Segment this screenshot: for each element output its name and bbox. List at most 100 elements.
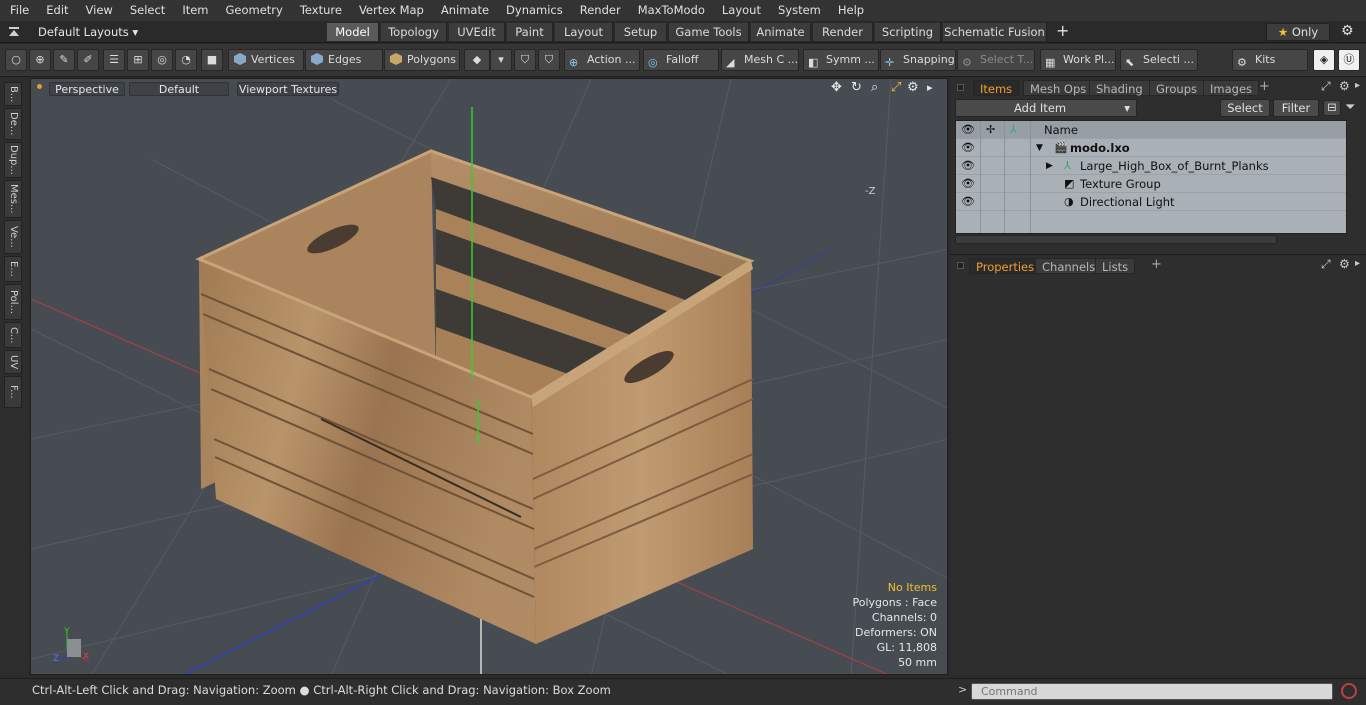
pivot-icon[interactable]: ◎ [151, 49, 173, 71]
left-tab-fusion[interactable]: F... [4, 376, 22, 408]
unreal-icon[interactable]: Ⓤ [1338, 49, 1360, 71]
left-tab-polygon[interactable]: Pol... [4, 284, 22, 320]
menu-maxtomodo[interactable]: MaxToModo [632, 0, 711, 21]
viewport-scene[interactable]: -Z Y Z X [31, 79, 948, 675]
item-list-scrollbar[interactable] [955, 235, 1277, 244]
add-tab-icon[interactable]: + [1056, 21, 1069, 41]
tab-paint[interactable]: Paint [507, 23, 553, 41]
collapse-up-icon[interactable] [8, 26, 20, 38]
tab-items[interactable]: Items [973, 80, 1020, 96]
action-center-button[interactable]: ⊕ Action ... [564, 49, 640, 71]
tab-images[interactable]: Images [1203, 80, 1260, 96]
tab-layout[interactable]: Layout [555, 23, 613, 41]
menu-system[interactable]: System [772, 0, 827, 21]
select-through-button[interactable]: ⚙ Select T... [957, 49, 1035, 71]
properties-arrow-icon[interactable]: ▸ [1355, 258, 1360, 269]
type-column-icon[interactable]: ⅄ [1010, 121, 1017, 139]
menu-render[interactable]: Render [574, 0, 627, 21]
record-macro-icon[interactable] [1341, 683, 1357, 699]
menu-vertex-map[interactable]: Vertex Map [353, 0, 430, 21]
zoom-view-icon[interactable]: ⌕ [871, 80, 878, 95]
tab-animate[interactable]: Animate [751, 23, 811, 41]
name-column-header[interactable]: Name [1044, 121, 1078, 139]
center-icon[interactable]: ⊞ [127, 49, 149, 71]
move-view-icon[interactable]: ✥ [831, 80, 842, 95]
3d-viewport[interactable]: -Z Y Z X Perspective Default Viewport Te… [30, 78, 948, 675]
funnel-filter-icon[interactable]: ⏷ [1345, 100, 1355, 115]
menu-edit[interactable]: Edit [40, 0, 74, 21]
globe-icon[interactable]: ⊕ [29, 49, 51, 71]
tab-channels[interactable]: Channels [1035, 258, 1103, 274]
menu-animate[interactable]: Animate [435, 0, 495, 21]
expand-down-icon[interactable]: ▼ [1036, 139, 1043, 157]
tab-shading[interactable]: Shading [1089, 80, 1150, 96]
left-tab-duplicate[interactable]: Dup... [4, 142, 22, 178]
menu-geometry[interactable]: Geometry [220, 0, 289, 21]
menu-item[interactable]: Item [176, 0, 214, 21]
rotate-view-icon[interactable]: ↻ [851, 80, 862, 95]
tab-model[interactable]: Model [327, 23, 379, 41]
symmetry-shield-icon[interactable]: ⛉ [514, 49, 536, 71]
unity-icon[interactable]: ◈ [1313, 49, 1335, 71]
perspective-button[interactable]: Perspective [49, 82, 125, 96]
mesh-constraint-button[interactable]: ◢ Mesh C ... [721, 49, 799, 71]
kits-button[interactable]: ⚙ Kits [1232, 49, 1308, 71]
left-tab-edge[interactable]: E... [4, 256, 22, 282]
work-plane-button[interactable]: ▦ Work Pl... [1040, 49, 1116, 71]
properties-menu-icon[interactable] [957, 262, 964, 269]
lock-column-icon[interactable]: ✢ [986, 121, 995, 139]
list-item[interactable]: 👁 ◑ Directional Light [956, 193, 1346, 211]
panel-maximize-icon[interactable]: ⤢ [1321, 79, 1331, 94]
left-tab-basic[interactable]: B... [4, 82, 22, 106]
visibility-eye-icon[interactable]: 👁 [961, 157, 975, 175]
left-tab-vertex[interactable]: Ve... [4, 220, 22, 254]
symmetry-button[interactable]: ◧ Symm ... [803, 49, 879, 71]
tab-setup[interactable]: Setup [615, 23, 667, 41]
add-properties-tab-icon[interactable]: + [1151, 257, 1162, 272]
edges-button[interactable]: Edges [305, 49, 383, 71]
shading-default-button[interactable]: Default [129, 82, 229, 96]
list-item[interactable]: 👁 ▶ ⅄ Large_High_Box_of_Burnt_Planks [956, 157, 1346, 175]
vertices-button[interactable]: Vertices [228, 49, 304, 71]
pen-icon[interactable]: ✎ [53, 49, 75, 71]
maximize-view-icon[interactable]: ⤢ [891, 80, 901, 95]
left-tab-deform[interactable]: De... [4, 108, 22, 140]
command-input[interactable] [971, 683, 1333, 700]
list-item[interactable]: 👁 ◩ Texture Group [956, 175, 1346, 193]
viewport-menu-dot-icon[interactable] [37, 84, 42, 89]
viewport-expand-arrow-icon[interactable]: ▸ [927, 81, 933, 94]
list-item[interactable]: 👁 ▼ 🎬 modo.lxo [956, 139, 1346, 157]
viewport-gear-icon[interactable]: ⚙ [907, 80, 919, 95]
panel-arrow-icon[interactable]: ▸ [1355, 80, 1360, 91]
tab-topology[interactable]: Topology [381, 23, 447, 41]
circle-select-icon[interactable]: ○ [5, 49, 27, 71]
mode-dropdown-icon[interactable]: ▾ [490, 49, 512, 71]
menu-select[interactable]: Select [124, 0, 171, 21]
properties-maximize-icon[interactable]: ⤢ [1321, 257, 1331, 272]
brush-icon[interactable]: ✐ [77, 49, 99, 71]
polygons-button[interactable]: Polygons [384, 49, 460, 71]
tab-properties[interactable]: Properties [969, 258, 1042, 274]
snapping-button[interactable]: ✛ Snapping [880, 49, 956, 71]
add-item-dropdown[interactable]: Add Item ▾ [955, 99, 1137, 117]
left-tab-mesh-edit[interactable]: Mes... [4, 180, 22, 218]
sculpt-shield-icon[interactable]: ⛉ [538, 49, 560, 71]
left-tab-curve[interactable]: C... [4, 322, 22, 348]
visibility-eye-icon[interactable]: 👁 [961, 193, 975, 211]
menu-view[interactable]: View [80, 0, 119, 21]
collapse-list-icon[interactable]: ⊟ [1323, 100, 1341, 116]
tab-scripting[interactable]: Scripting [875, 23, 941, 41]
properties-gear-icon[interactable]: ⚙ [1339, 257, 1350, 271]
panel-gear-icon[interactable]: ⚙ [1339, 79, 1350, 93]
panel-menu-icon[interactable] [957, 84, 964, 91]
menu-help[interactable]: Help [832, 0, 870, 21]
visibility-eye-icon[interactable]: 👁 [961, 175, 975, 193]
selection-sets-button[interactable]: ⬉ Selecti ... [1120, 49, 1198, 71]
material-mode-icon[interactable]: ◆ [464, 49, 490, 71]
gear-icon[interactable]: ⚙ [1341, 23, 1354, 39]
only-toggle[interactable]: ★ Only [1266, 23, 1330, 41]
viewport-textures-button[interactable]: Viewport Textures [237, 82, 339, 96]
add-panel-tab-icon[interactable]: + [1259, 79, 1270, 94]
tab-render[interactable]: Render [813, 23, 873, 41]
layout-selector[interactable]: Default Layouts ▾ [38, 24, 138, 40]
